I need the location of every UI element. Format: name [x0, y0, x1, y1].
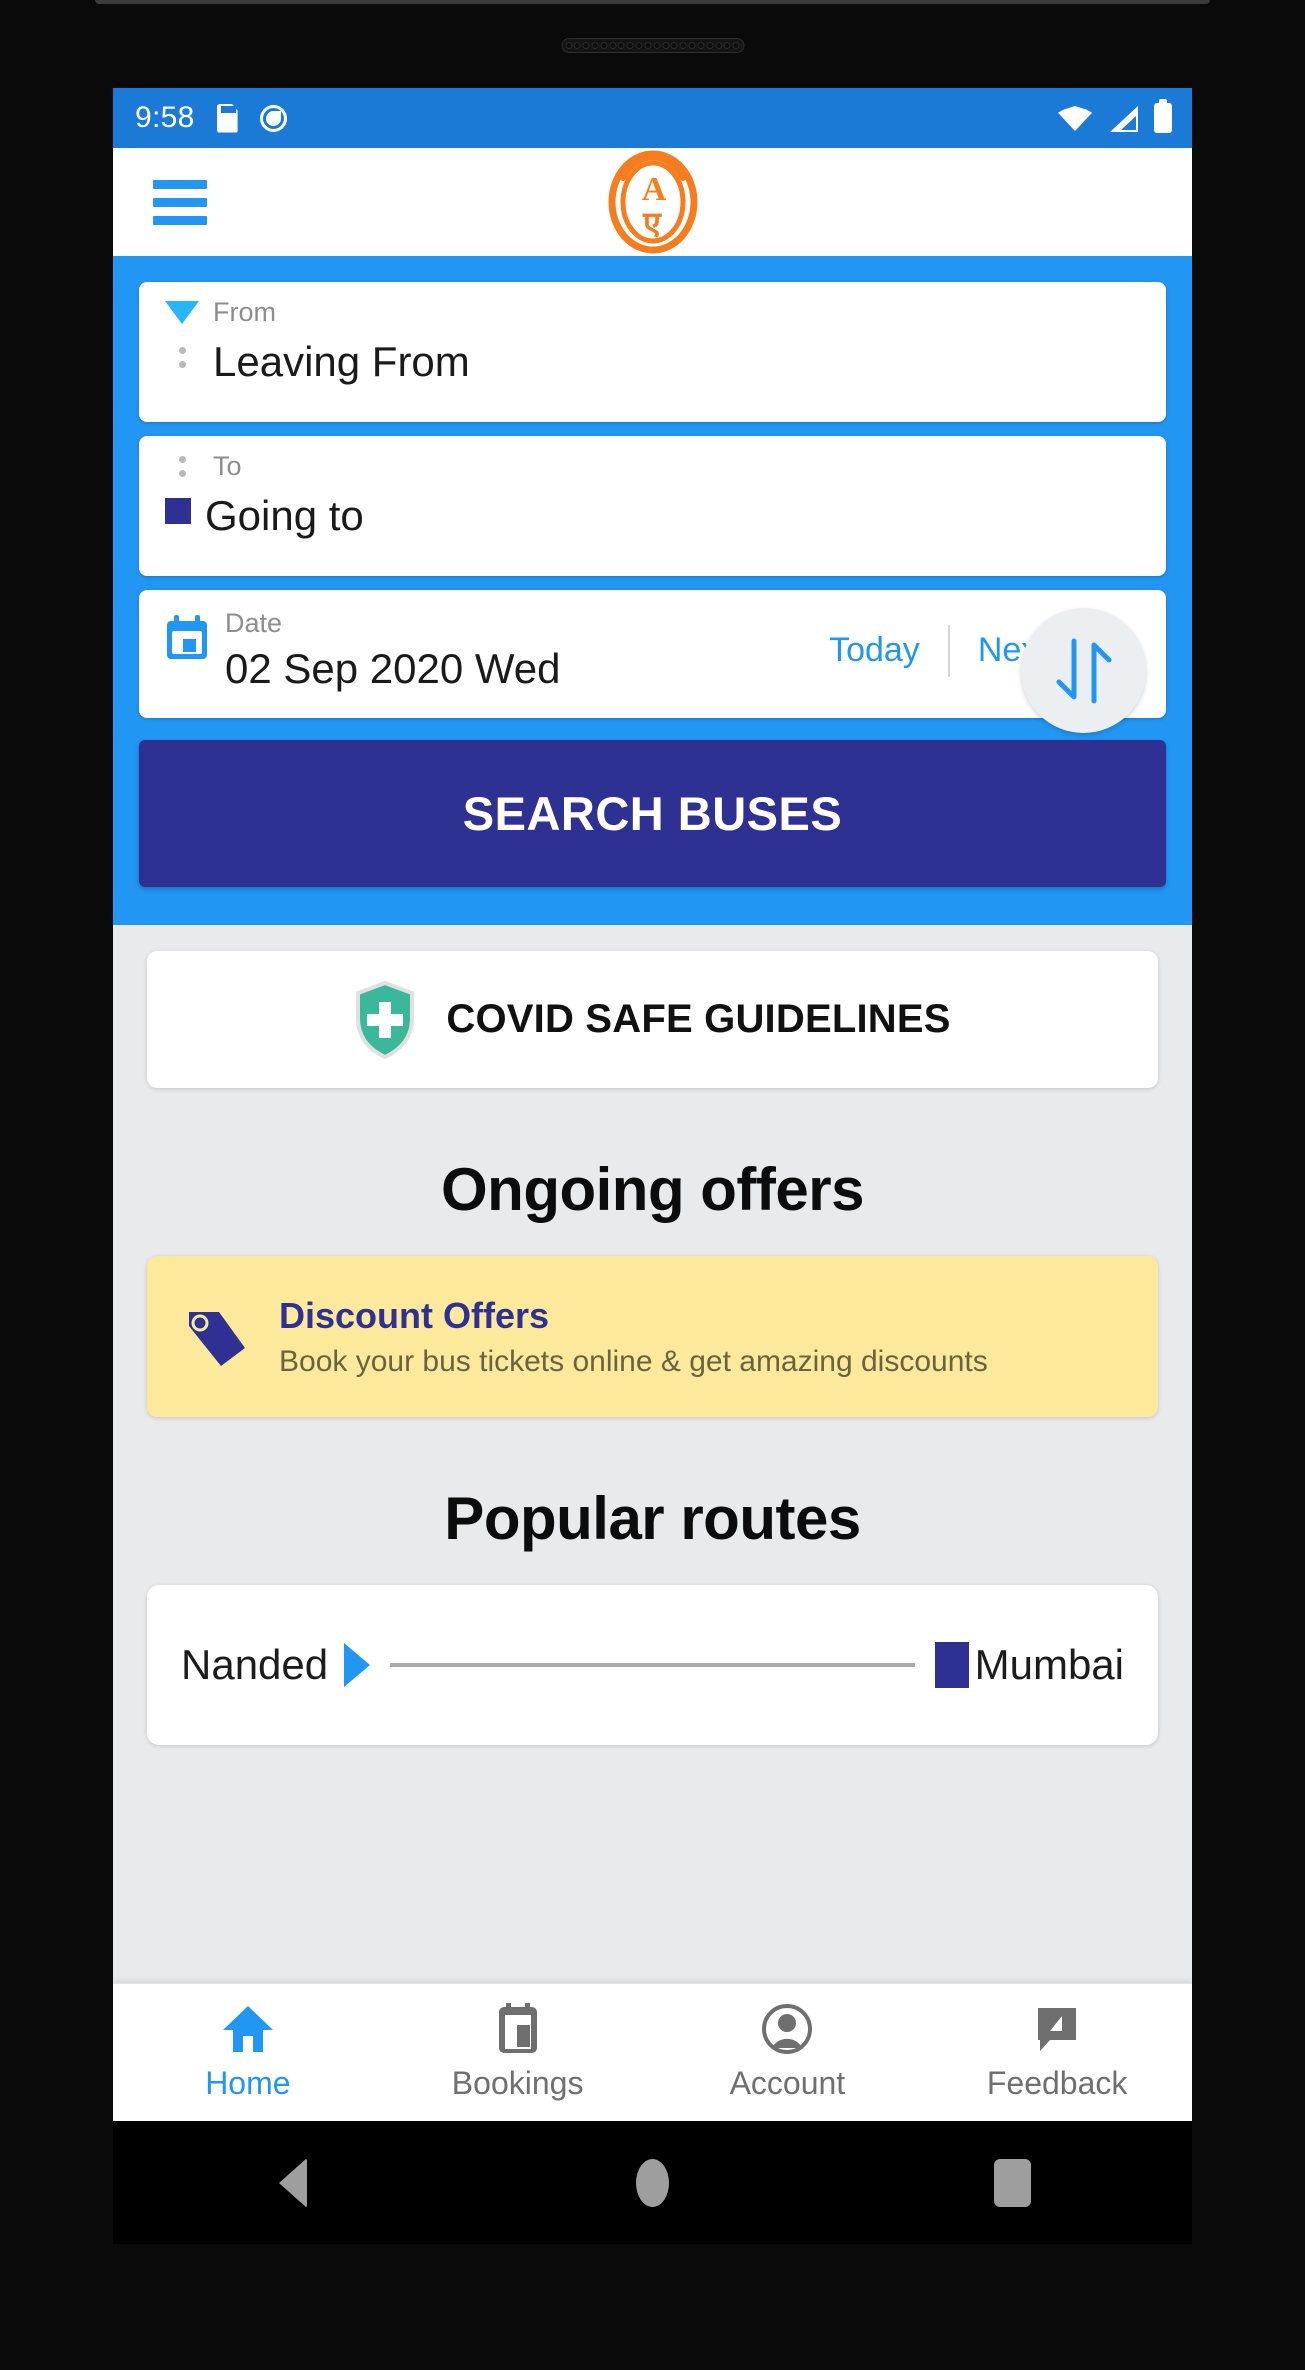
- app-logo-icon: A ए: [599, 148, 707, 256]
- price-tag-icon: [189, 1311, 245, 1366]
- date-value: 02 Sep 2020 Wed: [225, 645, 561, 692]
- popular-routes-title: Popular routes: [444, 1485, 861, 1552]
- discount-offers-card[interactable]: Discount Offers Book your bus tickets on…: [147, 1256, 1158, 1417]
- from-label-row: From: [165, 299, 1140, 326]
- tab-home[interactable]: Home: [113, 1984, 383, 2121]
- tab-account-label: Account: [729, 2064, 846, 2101]
- swap-vertical-arrows-icon: [1056, 638, 1111, 703]
- date-left-group: Date 02 Sep 2020 Wed: [165, 610, 561, 691]
- covid-safe-guidelines-banner[interactable]: COVID SAFE GUIDELINES: [147, 951, 1158, 1088]
- search-buses-button[interactable]: SEARCH BUSES: [139, 740, 1166, 887]
- route-destination: Mumbai: [974, 1641, 1124, 1688]
- date-label: Date: [225, 608, 283, 638]
- calendar-icon: [167, 615, 207, 659]
- sdcard-icon: [217, 104, 238, 133]
- svg-text:ए: ए: [642, 205, 662, 241]
- account-icon: [761, 2003, 813, 2054]
- status-bar: 9:58: [113, 88, 1192, 148]
- signal-icon: [1108, 105, 1138, 132]
- discount-offers-subtitle: Book your bus tickets online & get amazi…: [279, 1344, 988, 1378]
- route-dots-icon: [165, 346, 199, 368]
- earpiece-speaker-grille: [561, 38, 744, 53]
- route-dots-icon: [165, 456, 199, 477]
- phone-screen: 9:58 A ए From Leaving From To Going to D…: [113, 88, 1192, 2121]
- search-panel: From Leaving From To Going to Date 02 Se…: [113, 256, 1192, 925]
- tab-feedback[interactable]: Feedback: [922, 1984, 1192, 2121]
- from-label: From: [213, 297, 276, 327]
- popular-route-item[interactable]: Nanded Mumbai: [147, 1585, 1158, 1745]
- route-connector-line: [390, 1663, 915, 1667]
- home-icon: [221, 2004, 275, 2054]
- device-top-bezel: [95, 0, 1210, 4]
- status-bar-clock: 9:58: [135, 101, 195, 134]
- bottom-tab-bar: Home Bookings Account Feedback: [113, 1983, 1192, 2121]
- tab-account[interactable]: Account: [653, 1984, 923, 2121]
- from-value: Leaving From: [213, 338, 470, 385]
- triangle-marker-icon: [165, 301, 199, 324]
- ticket-icon: [495, 2002, 541, 2054]
- date-row: Date 02 Sep 2020 Wed Today Next day: [165, 610, 1140, 691]
- shield-plus-icon: [356, 980, 415, 1059]
- route-arrow-icon: [344, 1643, 371, 1687]
- covid-banner-label: COVID SAFE GUIDELINES: [446, 997, 951, 1041]
- to-label: To: [213, 451, 242, 481]
- home-button[interactable]: [473, 2158, 833, 2207]
- route-origin: Nanded: [181, 1641, 329, 1688]
- from-value-row: Leaving From: [165, 330, 1140, 384]
- ongoing-offers-title: Ongoing offers: [441, 1156, 864, 1223]
- hamburger-menu-icon[interactable]: [153, 179, 207, 225]
- svg-text:A: A: [641, 171, 666, 208]
- android-navigation-bar: [113, 2121, 1192, 2244]
- battery-icon: [1154, 99, 1172, 133]
- tab-bookings-label: Bookings: [451, 2064, 584, 2101]
- status-bar-left: 9:58: [135, 101, 287, 135]
- discount-text-group: Discount Offers Book your bus tickets on…: [279, 1295, 988, 1379]
- back-button[interactable]: [113, 2157, 473, 2208]
- feedback-icon: [1032, 2004, 1082, 2054]
- today-button[interactable]: Today: [801, 631, 948, 670]
- home-content-scroll[interactable]: COVID SAFE GUIDELINES Ongoing offers Dis…: [113, 925, 1192, 1983]
- to-value: Going to: [205, 492, 364, 539]
- tab-feedback-label: Feedback: [986, 2064, 1128, 2101]
- to-value-row: Going to: [165, 484, 1140, 538]
- wifi-icon: [1058, 106, 1092, 131]
- to-label-row: To: [165, 453, 1140, 480]
- swap-locations-button[interactable]: [1021, 608, 1146, 733]
- status-bar-right: [1058, 99, 1172, 133]
- square-marker-icon: [165, 498, 191, 525]
- discount-offers-title: Discount Offers: [279, 1294, 550, 1336]
- to-field[interactable]: To Going to: [139, 436, 1166, 576]
- date-field[interactable]: Date 02 Sep 2020 Wed Today Next day: [139, 590, 1166, 718]
- phone-device-frame: 9:58 A ए From Leaving From To Going to D…: [0, 0, 1305, 2370]
- from-field[interactable]: From Leaving From: [139, 282, 1166, 422]
- date-text-group: Date 02 Sep 2020 Wed: [225, 610, 561, 691]
- tab-home-label: Home: [205, 2064, 291, 2101]
- tab-bookings[interactable]: Bookings: [383, 1984, 653, 2121]
- route-destination-marker-icon: [934, 1642, 969, 1688]
- recents-button[interactable]: [832, 2158, 1192, 2207]
- location-disabled-icon: [259, 104, 287, 132]
- app-bar: A ए: [113, 148, 1192, 256]
